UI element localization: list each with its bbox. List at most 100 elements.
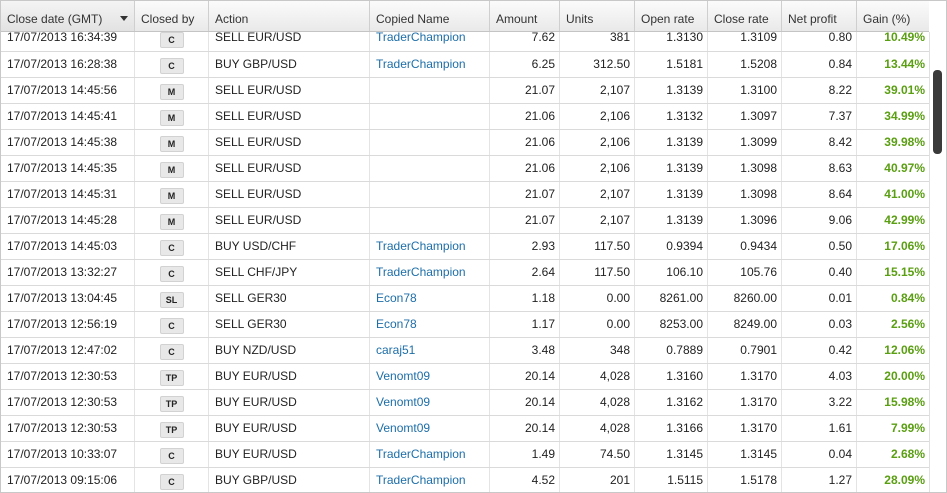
cell-gain: 39.98% bbox=[884, 135, 925, 149]
cell-units: 2,107 bbox=[560, 208, 635, 233]
column-header-net-profit[interactable]: Net profit bbox=[782, 1, 857, 31]
cell-close-rate: 1.3097 bbox=[708, 104, 782, 129]
cell-copied-name[interactable]: Econ78 bbox=[370, 312, 490, 337]
cell-close-date: 17/07/2013 09:15:06 bbox=[1, 468, 135, 492]
cell-open-rate: 1.3166 bbox=[635, 416, 708, 441]
column-header-open-rate[interactable]: Open rate bbox=[635, 1, 708, 31]
table-row[interactable]: 17/07/2013 12:56:19 C SELL GER30 Econ78 1.17… bbox=[1, 312, 929, 338]
table-row[interactable]: 17/07/2013 12:47:02 C BUY NZD/USD caraj51 3.… bbox=[1, 338, 929, 364]
cell-closed-by: C bbox=[135, 32, 209, 51]
column-header-close-rate[interactable]: Close rate bbox=[708, 1, 782, 31]
cell-closed-by: C bbox=[135, 338, 209, 363]
cell-net-profit: 0.40 bbox=[782, 260, 857, 285]
cell-copied-name bbox=[370, 156, 490, 181]
cell-units: 348 bbox=[560, 338, 635, 363]
table-row[interactable]: 17/07/2013 14:45:56 M SELL EUR/USD 21.07 2,1… bbox=[1, 78, 929, 104]
cell-copied-name bbox=[370, 208, 490, 233]
cell-action: SELL EUR/USD bbox=[209, 104, 370, 129]
cell-closed-by: M bbox=[135, 130, 209, 155]
cell-copied-name[interactable]: TraderChampion bbox=[370, 260, 490, 285]
cell-amount: 21.07 bbox=[490, 78, 560, 103]
cell-gain: 2.56% bbox=[890, 317, 925, 331]
sort-desc-icon[interactable] bbox=[120, 16, 128, 21]
cell-gain: 13.44% bbox=[884, 57, 925, 71]
table-row[interactable]: 17/07/2013 12:30:53 TP BUY EUR/USD Venomt09… bbox=[1, 416, 929, 442]
cell-gain: 41.00% bbox=[884, 187, 925, 201]
column-header-closed-by[interactable]: Closed by bbox=[135, 1, 209, 31]
table-row[interactable]: 17/07/2013 13:04:45 SL SELL GER30 Econ78 1.1… bbox=[1, 286, 929, 312]
closed-by-badge: M bbox=[159, 188, 184, 204]
cell-units: 2,107 bbox=[560, 182, 635, 207]
cell-close-rate: 1.3098 bbox=[708, 182, 782, 207]
table-row[interactable]: 17/07/2013 12:30:53 TP BUY EUR/USD Venomt09… bbox=[1, 390, 929, 416]
cell-open-rate: 0.7889 bbox=[635, 338, 708, 363]
cell-close-rate: 1.3100 bbox=[708, 78, 782, 103]
cell-gain: 39.01% bbox=[884, 83, 925, 97]
cell-copied-name[interactable]: TraderChampion bbox=[370, 52, 490, 77]
cell-closed-by: C bbox=[135, 442, 209, 467]
cell-action: BUY EUR/USD bbox=[209, 416, 370, 441]
cell-gain: 10.49% bbox=[884, 32, 925, 44]
cell-action: BUY GBP/USD bbox=[209, 52, 370, 77]
cell-close-rate: 0.7901 bbox=[708, 338, 782, 363]
cell-copied-name[interactable]: Venomt09 bbox=[370, 416, 490, 441]
cell-copied-name[interactable]: TraderChampion bbox=[370, 234, 490, 259]
table-row[interactable]: 17/07/2013 14:45:41 M SELL EUR/USD 21.06 2,1… bbox=[1, 104, 929, 130]
cell-closed-by: M bbox=[135, 78, 209, 103]
cell-gain: 0.84% bbox=[890, 291, 925, 305]
cell-open-rate: 1.3139 bbox=[635, 208, 708, 233]
cell-gain: 34.99% bbox=[884, 109, 925, 123]
cell-close-rate: 1.3170 bbox=[708, 390, 782, 415]
cell-units: 201 bbox=[560, 468, 635, 492]
column-header-label: Closed by bbox=[141, 12, 195, 26]
table-row[interactable]: 17/07/2013 16:28:38 C BUY GBP/USD TraderCha… bbox=[1, 52, 929, 78]
cell-close-date: 17/07/2013 12:56:19 bbox=[1, 312, 135, 337]
cell-close-date: 17/07/2013 10:33:07 bbox=[1, 442, 135, 467]
table-row[interactable]: 17/07/2013 14:45:03 C BUY USD/CHF TraderCha… bbox=[1, 234, 929, 260]
column-header-gain[interactable]: Gain (%) bbox=[857, 1, 929, 31]
cell-copied-name[interactable]: TraderChampion bbox=[370, 442, 490, 467]
column-header-units[interactable]: Units bbox=[560, 1, 635, 31]
cell-closed-by: M bbox=[135, 156, 209, 181]
cell-net-profit: 8.22 bbox=[782, 78, 857, 103]
table-row[interactable]: 17/07/2013 16:34:39 C SELL EUR/USD TraderCh… bbox=[1, 32, 929, 52]
table-row[interactable]: 17/07/2013 13:32:27 C SELL CHF/JPY TraderCh… bbox=[1, 260, 929, 286]
cell-units: 2,106 bbox=[560, 156, 635, 181]
cell-amount: 21.07 bbox=[490, 182, 560, 207]
cell-copied-name[interactable]: Venomt09 bbox=[370, 390, 490, 415]
table-row[interactable]: 17/07/2013 12:30:53 TP BUY EUR/USD Venomt09… bbox=[1, 364, 929, 390]
cell-copied-name[interactable]: caraj51 bbox=[370, 338, 490, 363]
table-row[interactable]: 17/07/2013 14:45:28 M SELL EUR/USD 21.07 2,1… bbox=[1, 208, 929, 234]
closed-by-badge: C bbox=[159, 474, 184, 490]
column-header-label: Action bbox=[215, 12, 249, 26]
column-header-label: Gain (%) bbox=[863, 12, 911, 26]
table-row[interactable]: 17/07/2013 14:45:31 M SELL EUR/USD 21.07 2,1… bbox=[1, 182, 929, 208]
cell-gain: 15.15% bbox=[884, 265, 925, 279]
cell-close-rate: 1.3145 bbox=[708, 442, 782, 467]
table-row[interactable]: 17/07/2013 14:45:35 M SELL EUR/USD 21.06 2,1… bbox=[1, 156, 929, 182]
table-row[interactable]: 17/07/2013 10:33:07 C BUY EUR/USD TraderCha… bbox=[1, 442, 929, 468]
cell-amount: 1.17 bbox=[490, 312, 560, 337]
cell-copied-name[interactable]: Econ78 bbox=[370, 286, 490, 311]
column-header-amount[interactable]: Amount bbox=[490, 1, 560, 31]
cell-gain: 12.06% bbox=[884, 343, 925, 357]
cell-net-profit: 0.80 bbox=[782, 32, 857, 51]
cell-action: SELL EUR/USD bbox=[209, 156, 370, 181]
cell-gain: 28.09% bbox=[884, 473, 925, 487]
closed-by-badge: SL bbox=[159, 292, 184, 308]
cell-action: BUY EUR/USD bbox=[209, 442, 370, 467]
cell-closed-by: C bbox=[135, 260, 209, 285]
column-header-close-date[interactable]: Close date (GMT) bbox=[1, 1, 135, 31]
column-header-action[interactable]: Action bbox=[209, 1, 370, 31]
column-header-copied-name[interactable]: Copied Name bbox=[370, 1, 490, 31]
cell-copied-name[interactable]: TraderChampion bbox=[370, 468, 490, 492]
cell-closed-by: SL bbox=[135, 286, 209, 311]
scrollbar-thumb[interactable] bbox=[933, 70, 942, 154]
cell-gain: 7.99% bbox=[890, 421, 925, 435]
cell-close-date: 17/07/2013 16:28:38 bbox=[1, 52, 135, 77]
cell-copied-name[interactable]: Venomt09 bbox=[370, 364, 490, 389]
table-row[interactable]: 17/07/2013 09:15:06 C BUY GBP/USD TraderCha… bbox=[1, 468, 929, 492]
table-row[interactable]: 17/07/2013 14:45:38 M SELL EUR/USD 21.06 2,1… bbox=[1, 130, 929, 156]
cell-copied-name[interactable]: TraderChampion bbox=[370, 32, 490, 51]
vertical-scrollbar[interactable] bbox=[929, 32, 946, 492]
